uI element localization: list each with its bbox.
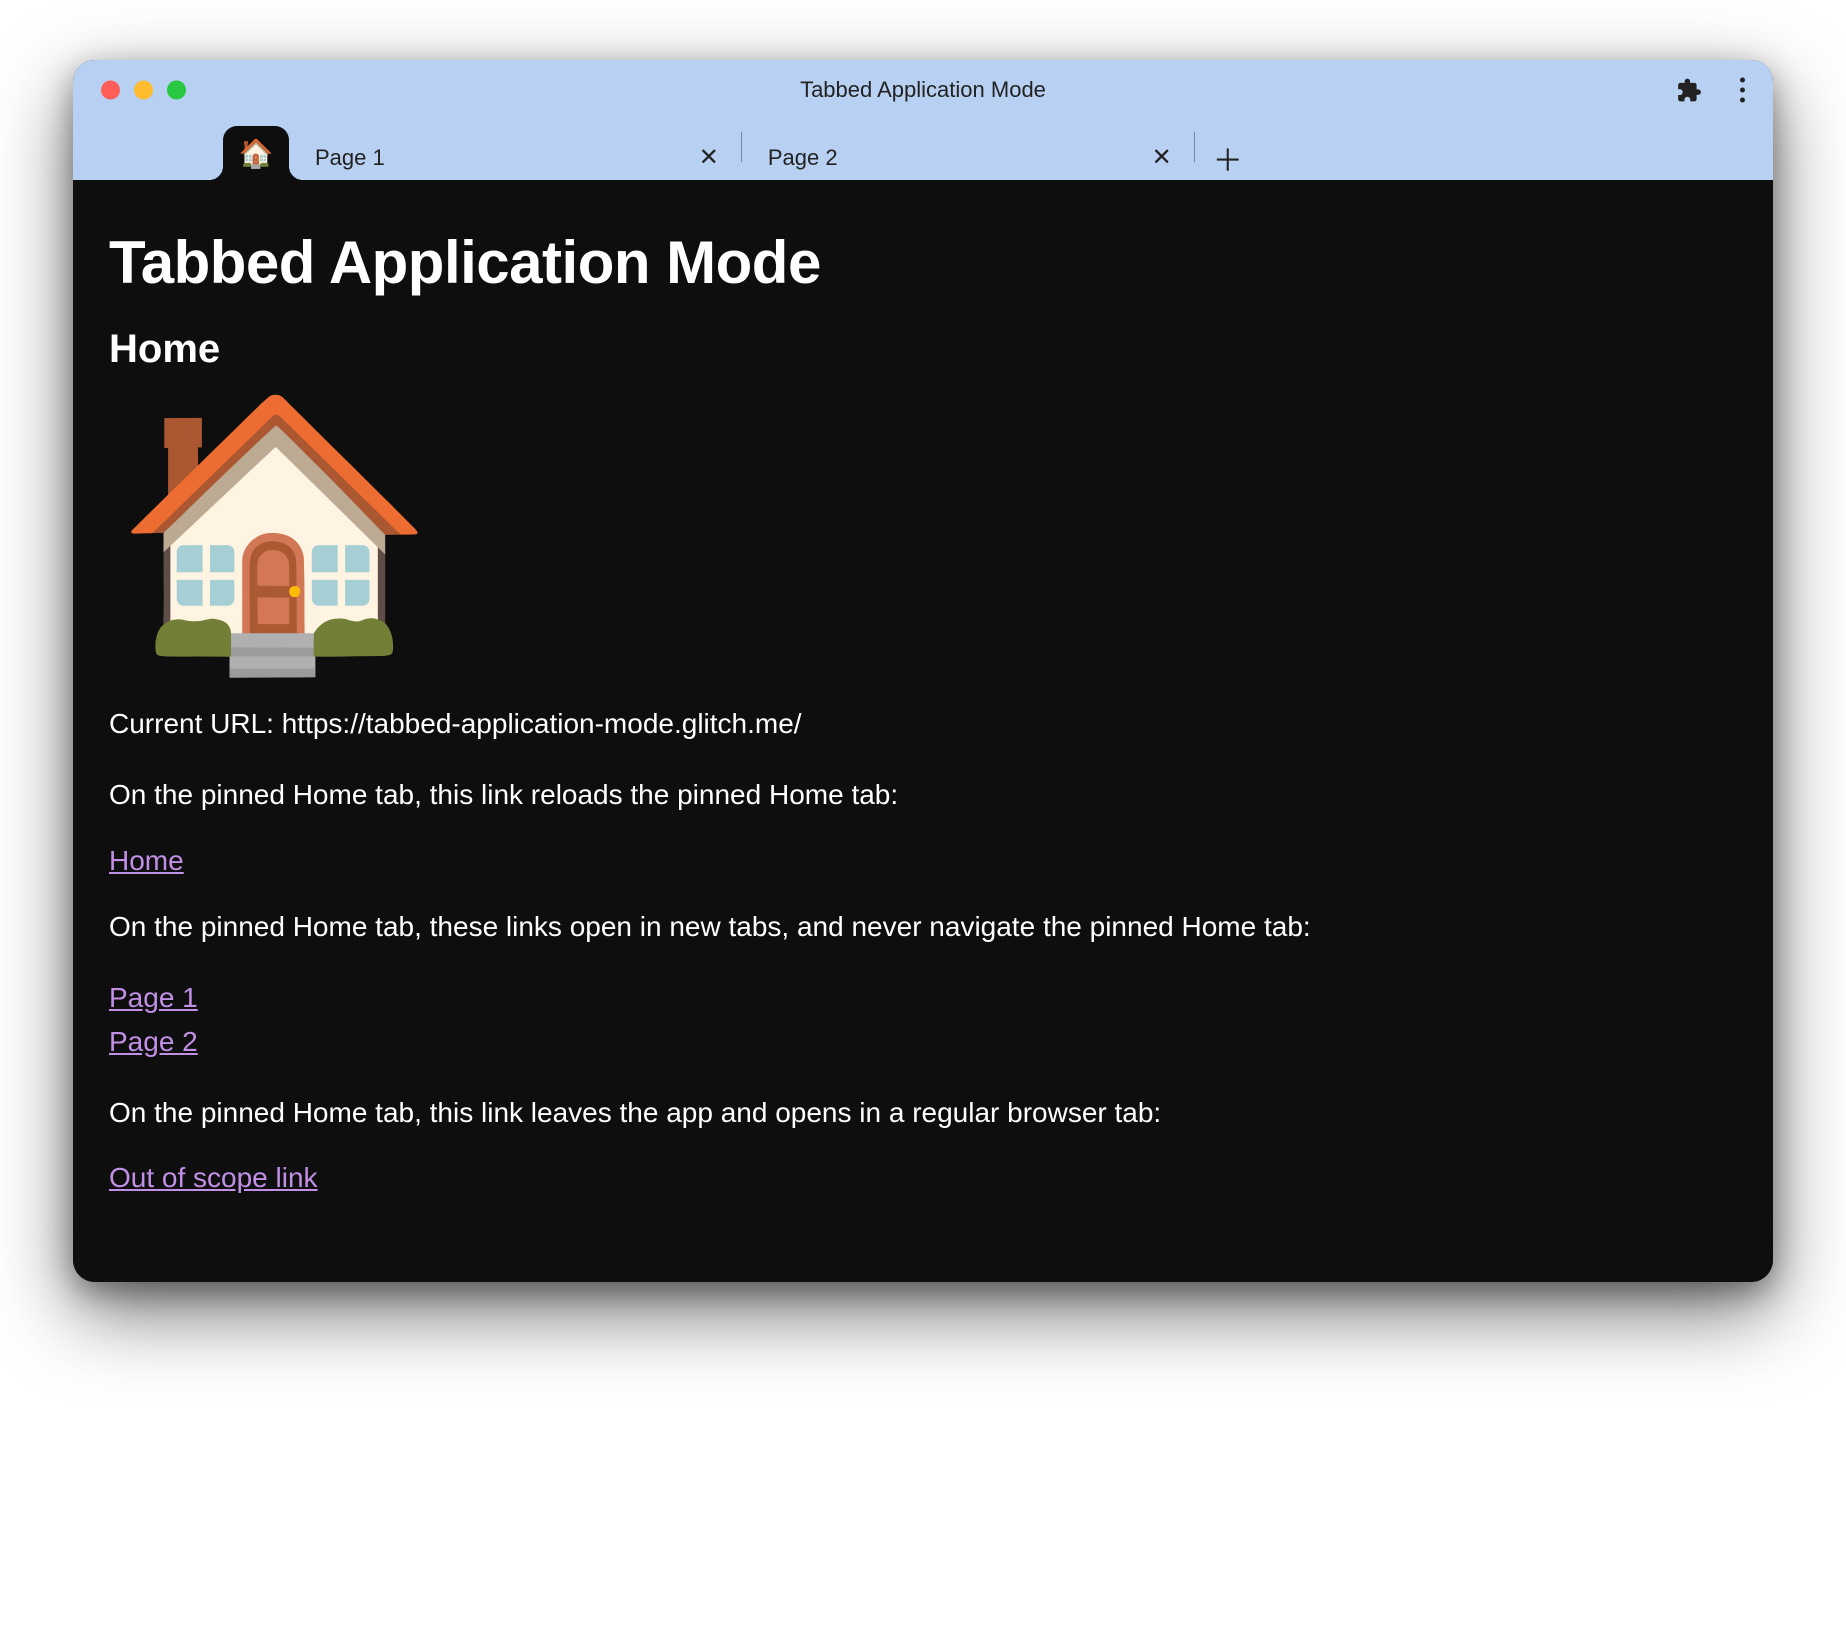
menu-icon[interactable] — [1732, 72, 1753, 109]
app-window: Tabbed Application Mode 🏠 Page 1 ✕ — [73, 60, 1773, 1282]
house-icon: 🏠 — [239, 137, 274, 170]
tab-page-1[interactable]: Page 1 ✕ — [289, 136, 741, 180]
para-out-of-scope: On the pinned Home tab, this link leaves… — [109, 1091, 1737, 1134]
link-out-of-scope[interactable]: Out of scope link — [109, 1162, 318, 1193]
tab-page-2[interactable]: Page 2 ✕ — [742, 136, 1194, 180]
para-reload: On the pinned Home tab, this link reload… — [109, 773, 1737, 816]
pinned-home-tab[interactable]: 🏠 — [223, 126, 289, 180]
titlebar: Tabbed Application Mode — [73, 60, 1773, 120]
link-home[interactable]: Home — [109, 845, 184, 876]
tabstrip: 🏠 Page 1 ✕ Page 2 ✕ ＋ — [73, 120, 1773, 180]
window-title: Tabbed Application Mode — [73, 77, 1773, 103]
tab-separator — [1194, 132, 1195, 162]
para-newtabs: On the pinned Home tab, these links open… — [109, 905, 1737, 948]
close-tab-icon[interactable]: ✕ — [695, 142, 723, 174]
house-illustration: 🏠 — [113, 402, 1737, 662]
tab-label: Page 2 — [768, 145, 838, 171]
link-page-2[interactable]: Page 2 — [109, 1020, 1737, 1063]
tab-label: Page 1 — [315, 145, 385, 171]
new-tab-button[interactable]: ＋ — [1203, 136, 1253, 180]
titlebar-actions — [1676, 72, 1753, 109]
current-url-line: Current URL: https://tabbed-application-… — [109, 702, 1737, 745]
page-title: Tabbed Application Mode — [109, 228, 1737, 297]
page-subtitle: Home — [109, 327, 1737, 372]
page-content: Tabbed Application Mode Home 🏠 Current U… — [73, 180, 1773, 1282]
link-page-1[interactable]: Page 1 — [109, 976, 1737, 1019]
close-tab-icon[interactable]: ✕ — [1148, 142, 1176, 174]
extensions-icon[interactable] — [1676, 77, 1702, 103]
